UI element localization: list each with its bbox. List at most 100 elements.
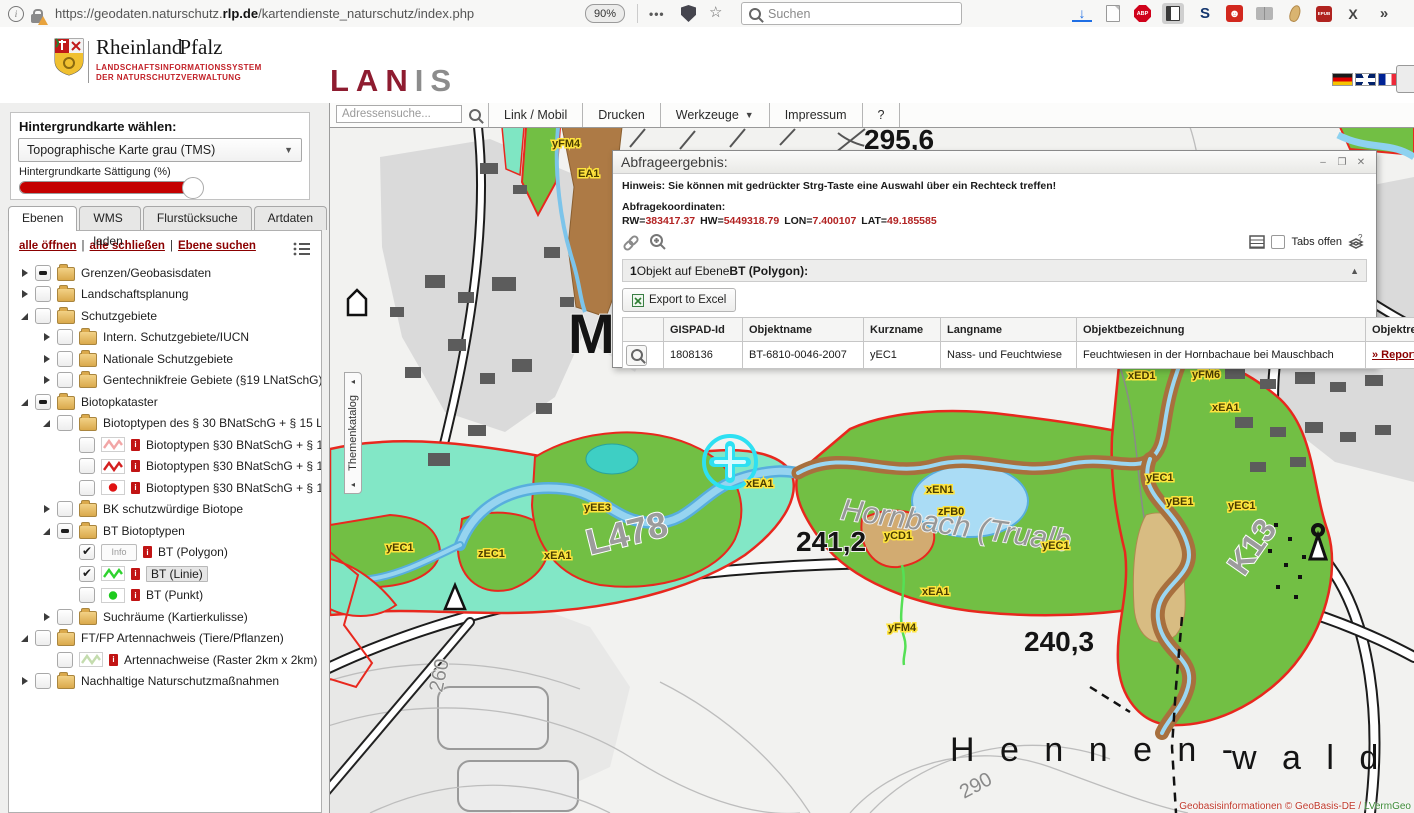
tree-item[interactable]: Intern. Schutzgebiete/IUCN bbox=[9, 327, 321, 349]
book-extension-icon[interactable] bbox=[1254, 4, 1274, 24]
maximize-icon[interactable]: ❐ bbox=[1335, 155, 1349, 169]
expand-arrow-icon[interactable] bbox=[43, 505, 51, 513]
feather-extension-icon[interactable] bbox=[1285, 4, 1305, 24]
layer-label[interactable]: Biotopkataster bbox=[81, 395, 158, 409]
browser-search-field[interactable]: Suchen bbox=[741, 2, 962, 25]
layer-label[interactable]: Grenzen/Geobasisdaten bbox=[81, 266, 211, 280]
tab-flurstücksuche[interactable]: Flurstücksuche bbox=[143, 206, 252, 230]
expand-arrow-icon[interactable] bbox=[21, 269, 29, 277]
minimize-icon[interactable]: – bbox=[1316, 155, 1330, 169]
metadata-icon[interactable] bbox=[131, 460, 140, 472]
layer-checkbox[interactable] bbox=[79, 587, 95, 603]
tree-item[interactable]: Gentechnikfreie Gebiete (§19 LNatSchG) bbox=[9, 370, 321, 392]
flag-german[interactable] bbox=[1332, 73, 1353, 86]
layer-label[interactable]: Nachhaltige Naturschutzmaßnahmen bbox=[81, 674, 279, 688]
toolbar-button-drucken[interactable]: Drucken bbox=[583, 103, 661, 127]
tree-item[interactable]: Nachhaltige Naturschutzmaßnahmen bbox=[9, 671, 321, 693]
address-search-button[interactable] bbox=[462, 103, 489, 127]
tabs-open-checkbox[interactable] bbox=[1271, 235, 1285, 249]
toolbar-button-?[interactable]: ? bbox=[863, 103, 901, 127]
layer-checkbox[interactable] bbox=[79, 458, 95, 474]
layer-label[interactable]: Suchräume (Kartierkulisse) bbox=[103, 610, 248, 624]
tab-ebenen[interactable]: Ebenen bbox=[8, 206, 77, 231]
layer-checkbox[interactable] bbox=[57, 372, 73, 388]
tree-link-1[interactable]: alle öffnen bbox=[19, 240, 77, 252]
result-section-header[interactable]: 1 Objekt auf Ebene BT (Polygon): ▲ bbox=[622, 259, 1367, 282]
tracking-shield-icon[interactable] bbox=[681, 5, 696, 22]
adblock-icon[interactable]: ABP bbox=[1134, 5, 1151, 22]
toolbar-button-link-mobil[interactable]: Link / Mobil bbox=[489, 103, 583, 127]
page-info-icon[interactable]: i bbox=[8, 6, 24, 22]
tree-item[interactable]: FT/FP Artennachweis (Tiere/Pflanzen) bbox=[9, 628, 321, 650]
expand-arrow-icon[interactable] bbox=[43, 613, 51, 621]
layer-query-icon[interactable]: ? bbox=[1348, 233, 1367, 251]
tree-item[interactable]: Grenzen/Geobasisdaten bbox=[9, 262, 321, 284]
tree-item[interactable]: Nationale Schutzgebiete bbox=[9, 348, 321, 370]
collapse-arrow-icon[interactable] bbox=[43, 527, 51, 535]
report-link[interactable]: » Report-Link bbox=[1372, 349, 1414, 361]
tree-item[interactable]: Biotoptypen des § 30 BNatSchG + § 15 LNa… bbox=[9, 413, 321, 435]
layer-label[interactable]: BT Biotoptypen bbox=[103, 524, 185, 538]
layer-checkbox[interactable] bbox=[35, 394, 51, 410]
table-header-Kurzname[interactable]: Kurzname bbox=[864, 318, 941, 342]
metadata-icon[interactable] bbox=[109, 654, 118, 666]
tree-item[interactable]: BT (Linie) bbox=[9, 563, 321, 585]
layer-label[interactable]: Artennachweise (Raster 2km x 2km) bbox=[124, 653, 317, 667]
metadata-icon[interactable] bbox=[143, 546, 152, 558]
layer-label[interactable]: Gentechnikfreie Gebiete (§19 LNatSchG) bbox=[103, 373, 321, 387]
layer-checkbox[interactable] bbox=[35, 673, 51, 689]
expand-arrow-icon[interactable] bbox=[21, 677, 29, 685]
layer-checkbox[interactable] bbox=[79, 437, 95, 453]
layer-label[interactable]: Nationale Schutzgebiete bbox=[103, 352, 233, 366]
flag-english[interactable] bbox=[1355, 73, 1376, 86]
collapse-section-icon[interactable]: ▲ bbox=[1350, 266, 1359, 276]
tree-link-3[interactable]: Ebene suchen bbox=[178, 240, 256, 252]
metadata-icon[interactable] bbox=[131, 482, 140, 494]
collapse-arrow-icon[interactable] bbox=[43, 419, 51, 427]
tree-item[interactable]: Suchräume (Kartierkulisse) bbox=[9, 606, 321, 628]
layer-checkbox[interactable] bbox=[79, 566, 95, 582]
epub-extension-icon[interactable]: EPUB bbox=[1316, 6, 1332, 22]
table-header-GISPAD-Id[interactable]: GISPAD-Id bbox=[664, 318, 743, 342]
metadata-icon[interactable] bbox=[131, 568, 140, 580]
layer-list-icon[interactable] bbox=[292, 240, 311, 258]
zoom-level-badge[interactable]: 90% bbox=[585, 4, 625, 23]
smiley-extension-icon[interactable]: ☻ bbox=[1226, 5, 1243, 22]
tree-item[interactable]: Biotoptypen §30 BNatSchG + § 15 LNa bbox=[9, 477, 321, 499]
layer-checkbox[interactable] bbox=[57, 501, 73, 517]
slider-handle[interactable] bbox=[182, 177, 204, 199]
tree-item[interactable]: BT (Punkt) bbox=[9, 585, 321, 607]
layer-checkbox[interactable] bbox=[35, 630, 51, 646]
layer-checkbox[interactable] bbox=[57, 351, 73, 367]
layer-checkbox[interactable] bbox=[57, 329, 73, 345]
layer-label[interactable]: Biotoptypen des § 30 BNatSchG + § 15 LNa… bbox=[103, 416, 321, 430]
close-icon[interactable]: ✕ bbox=[1354, 155, 1368, 169]
layer-label[interactable]: BK schutzwürdige Biotope bbox=[103, 502, 243, 516]
tree-item[interactable]: Schutzgebiete bbox=[9, 305, 321, 327]
table-header-icon[interactable] bbox=[623, 318, 664, 342]
layer-label[interactable]: Landschaftsplanung bbox=[81, 287, 188, 301]
expand-arrow-icon[interactable] bbox=[43, 333, 51, 341]
extension-s-icon[interactable]: S bbox=[1195, 4, 1215, 24]
tab-wms-laden[interactable]: WMS laden bbox=[79, 206, 141, 230]
pocket-page-icon[interactable] bbox=[1103, 4, 1123, 24]
overflow-chevrons-icon[interactable]: » bbox=[1374, 4, 1394, 24]
layer-label[interactable]: BT (Polygon) bbox=[158, 545, 228, 559]
background-map-select[interactable]: Topographische Karte grau (TMS)▼ bbox=[18, 138, 302, 162]
collapse-arrow-icon[interactable] bbox=[21, 312, 29, 320]
tree-item[interactable]: Biotopkataster bbox=[9, 391, 321, 413]
bookmark-star-icon[interactable]: ☆ bbox=[709, 3, 722, 21]
layer-label[interactable]: BT (Linie) bbox=[146, 566, 208, 582]
tree-item[interactable]: InfoBT (Polygon) bbox=[9, 542, 321, 564]
export-excel-button[interactable]: Export to Excel bbox=[622, 288, 736, 312]
insecure-lock-icon[interactable] bbox=[31, 14, 43, 23]
zoom-to-feature-button[interactable] bbox=[626, 345, 647, 366]
layer-label[interactable]: Schutzgebiete bbox=[81, 309, 157, 323]
metadata-icon[interactable] bbox=[131, 589, 140, 601]
layer-label[interactable]: Biotoptypen §30 BNatSchG + § 15 LNa bbox=[146, 459, 321, 473]
layer-label[interactable]: Intern. Schutzgebiete/IUCN bbox=[103, 330, 249, 344]
tree-item[interactable]: Landschaftsplanung bbox=[9, 284, 321, 306]
toolbar-button-werkzeuge[interactable]: Werkzeuge▼ bbox=[661, 103, 770, 127]
url-bar[interactable]: https://geodaten.naturschutz.rlp.de/kart… bbox=[55, 6, 474, 21]
layer-checkbox[interactable] bbox=[57, 415, 73, 431]
